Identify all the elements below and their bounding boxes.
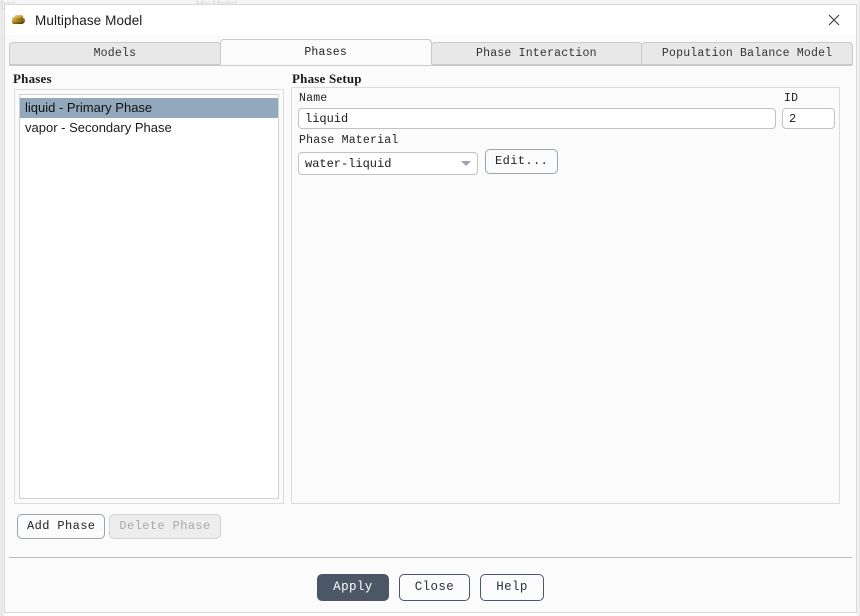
name-input[interactable] <box>298 108 776 129</box>
tab-population-balance-model[interactable]: Population Balance Model <box>641 42 853 65</box>
list-item-vapor[interactable]: vapor - Secondary Phase <box>20 118 278 138</box>
tab-models-label: Models <box>93 47 137 60</box>
tab-phase-interaction-label: Phase Interaction <box>476 47 597 60</box>
tab-phases-label: Phases <box>304 45 347 59</box>
title-bar: Multiphase Model <box>5 5 856 35</box>
tab-phases[interactable]: Phases <box>219 39 432 65</box>
phases-panel-title: Phases <box>13 71 52 86</box>
delete-phase-button[interactable]: Delete Phase <box>109 514 221 539</box>
close-icon <box>828 14 840 26</box>
footer: Apply Close Help CFD之道 <box>5 558 856 612</box>
footer-buttons: Apply Close Help <box>5 574 856 601</box>
edit-material-button[interactable]: Edit... <box>485 149 559 174</box>
apply-button[interactable]: Apply <box>317 574 389 601</box>
name-label: Name <box>299 92 328 105</box>
close-button[interactable] <box>812 5 856 35</box>
tab-phase-interaction[interactable]: Phase Interaction <box>430 42 643 65</box>
chevron-down-icon <box>455 161 477 166</box>
id-input[interactable] <box>782 108 835 129</box>
tab-population-balance-model-label: Population Balance Model <box>661 47 833 60</box>
tab-models[interactable]: Models <box>9 42 221 65</box>
multiphase-model-dialog: Multiphase Model Models Phases Phase Int… <box>4 4 857 613</box>
phases-listbox-frame: liquid - Primary Phase vapor - Secondary… <box>14 89 284 504</box>
phase-action-buttons: Add Phase Delete Phase <box>17 514 221 539</box>
phases-list: liquid - Primary Phase vapor - Secondary… <box>20 95 278 138</box>
tab-bar: Models Phases Phase Interaction Populati… <box>9 39 853 65</box>
window-title: Multiphase Model <box>35 12 143 28</box>
close-dialog-button[interactable]: Close <box>398 574 471 601</box>
phase-material-dropdown[interactable]: water-liquid <box>298 152 478 175</box>
phase-setup-panel: Name ID Phase Material water-liquid Edit… <box>291 87 840 504</box>
content-area: Phases liquid - Primary Phase vapor - Se… <box>5 65 856 555</box>
phase-setup-title: Phase Setup <box>292 71 362 86</box>
phase-material-selected-value: water-liquid <box>305 156 392 171</box>
help-button[interactable]: Help <box>480 574 544 601</box>
list-item-liquid[interactable]: liquid - Primary Phase <box>20 98 278 118</box>
phase-material-label: Phase Material <box>299 134 399 147</box>
fluent-pan-icon <box>11 12 27 28</box>
phases-listbox[interactable]: liquid - Primary Phase vapor - Secondary… <box>19 94 279 499</box>
id-label: ID <box>784 92 799 105</box>
add-phase-button[interactable]: Add Phase <box>17 514 106 539</box>
